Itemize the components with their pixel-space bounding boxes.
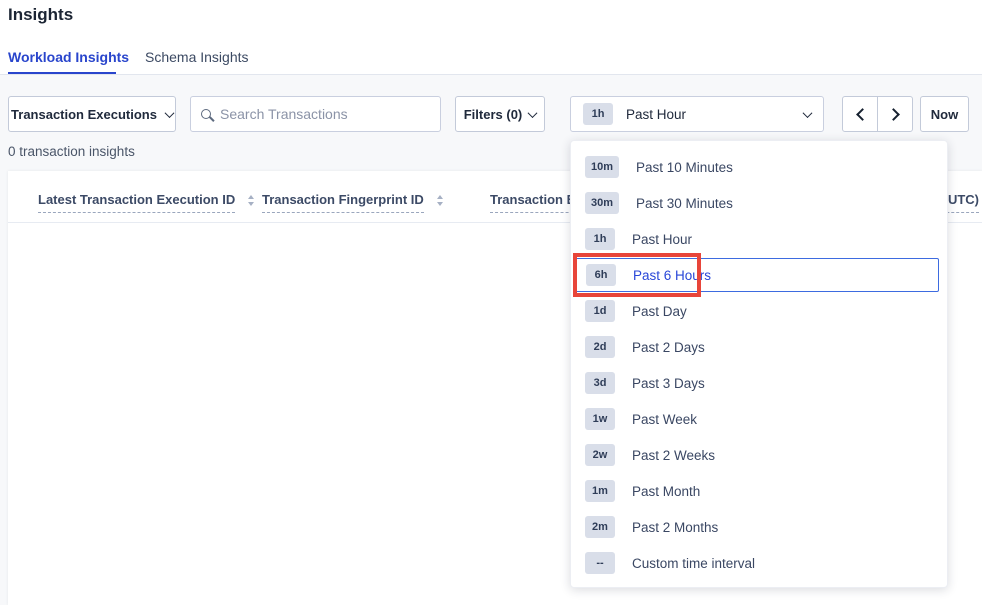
- search-input[interactable]: [220, 106, 430, 122]
- time-option-label: Past 2 Weeks: [632, 448, 715, 463]
- time-option-label: Past Day: [632, 304, 687, 319]
- chevron-right-icon: [887, 108, 900, 121]
- results-count: 0 transaction insights: [8, 144, 135, 159]
- time-option-past-hour[interactable]: 1h Past Hour: [571, 221, 947, 257]
- time-option-past-week[interactable]: 1w Past Week: [571, 401, 947, 437]
- workload-type-select[interactable]: Transaction Executions: [8, 96, 176, 132]
- time-option-badge: 10m: [585, 156, 619, 178]
- tab-workload-insights[interactable]: Workload Insights: [8, 49, 129, 65]
- time-option-badge: 1w: [585, 408, 615, 430]
- time-option-badge: 2m: [585, 516, 615, 538]
- time-option-badge: 2d: [585, 336, 615, 358]
- time-option-badge: 1h: [585, 228, 615, 250]
- time-option-badge: 30m: [585, 192, 619, 214]
- workload-type-select-label: Transaction Executions: [11, 107, 157, 122]
- time-option-past-30-minutes[interactable]: 30m Past 30 Minutes: [571, 185, 947, 221]
- column-header-latest-transaction-execution-id[interactable]: Latest Transaction Execution ID: [38, 192, 254, 213]
- filters-button-label: Filters (0): [464, 107, 523, 122]
- time-option-past-2-months[interactable]: 2m Past 2 Months: [571, 509, 947, 545]
- now-button[interactable]: Now: [920, 96, 969, 132]
- tab-schema-insights[interactable]: Schema Insights: [145, 49, 249, 65]
- search-icon: [201, 109, 211, 119]
- sort-icon[interactable]: [248, 195, 254, 206]
- time-option-badge: 6h: [586, 264, 616, 286]
- time-pager: [842, 96, 913, 132]
- time-option-label: Past 10 Minutes: [636, 160, 733, 175]
- time-option-badge: 2w: [585, 444, 615, 466]
- time-option-label: Past 3 Days: [632, 376, 705, 391]
- time-option-label: Past 30 Minutes: [636, 196, 733, 211]
- page-title: Insights: [8, 5, 73, 25]
- time-option-label: Past Week: [632, 412, 697, 427]
- time-option-badge: 1d: [585, 300, 615, 322]
- time-interval-label: Past Hour: [626, 107, 686, 122]
- time-option-badge: --: [585, 552, 615, 574]
- time-interval-badge: 1h: [583, 103, 613, 125]
- time-option-past-day[interactable]: 1d Past Day: [571, 293, 947, 329]
- time-option-badge: 1m: [585, 480, 615, 502]
- time-option-label: Past 6 Hours: [633, 268, 711, 283]
- chevron-down-icon: [165, 108, 175, 118]
- time-option-label: Past 2 Days: [632, 340, 705, 355]
- column-header-transaction-fingerprint-id[interactable]: Transaction Fingerprint ID: [262, 192, 443, 213]
- time-interval-dropdown: 10m Past 10 Minutes 30m Past 30 Minutes …: [570, 140, 948, 588]
- chevron-left-icon: [856, 108, 869, 121]
- next-interval-button[interactable]: [877, 96, 913, 132]
- insights-page: Insights Workload Insights Schema Insigh…: [0, 0, 982, 605]
- chevron-down-icon: [528, 108, 538, 118]
- time-option-label: Past Hour: [632, 232, 692, 247]
- time-interval-select[interactable]: 1h Past Hour: [570, 96, 824, 132]
- time-option-past-month[interactable]: 1m Past Month: [571, 473, 947, 509]
- sort-icon[interactable]: [437, 195, 443, 206]
- time-option-custom-time-interval[interactable]: -- Custom time interval: [571, 545, 947, 581]
- time-option-past-6-hours[interactable]: 6h Past 6 Hours: [575, 258, 939, 292]
- time-option-past-3-days[interactable]: 3d Past 3 Days: [571, 365, 947, 401]
- time-option-label: Past 2 Months: [632, 520, 718, 535]
- time-option-badge: 3d: [585, 372, 615, 394]
- time-option-label: Custom time interval: [632, 556, 755, 571]
- time-option-past-2-weeks[interactable]: 2w Past 2 Weeks: [571, 437, 947, 473]
- chevron-down-icon: [803, 108, 813, 118]
- time-option-label: Past Month: [632, 484, 700, 499]
- previous-interval-button[interactable]: [842, 96, 878, 132]
- search-box: [190, 96, 441, 132]
- now-button-label: Now: [931, 107, 958, 122]
- time-option-past-2-days[interactable]: 2d Past 2 Days: [571, 329, 947, 365]
- time-option-past-10-minutes[interactable]: 10m Past 10 Minutes: [571, 149, 947, 185]
- filters-button[interactable]: Filters (0): [455, 96, 545, 132]
